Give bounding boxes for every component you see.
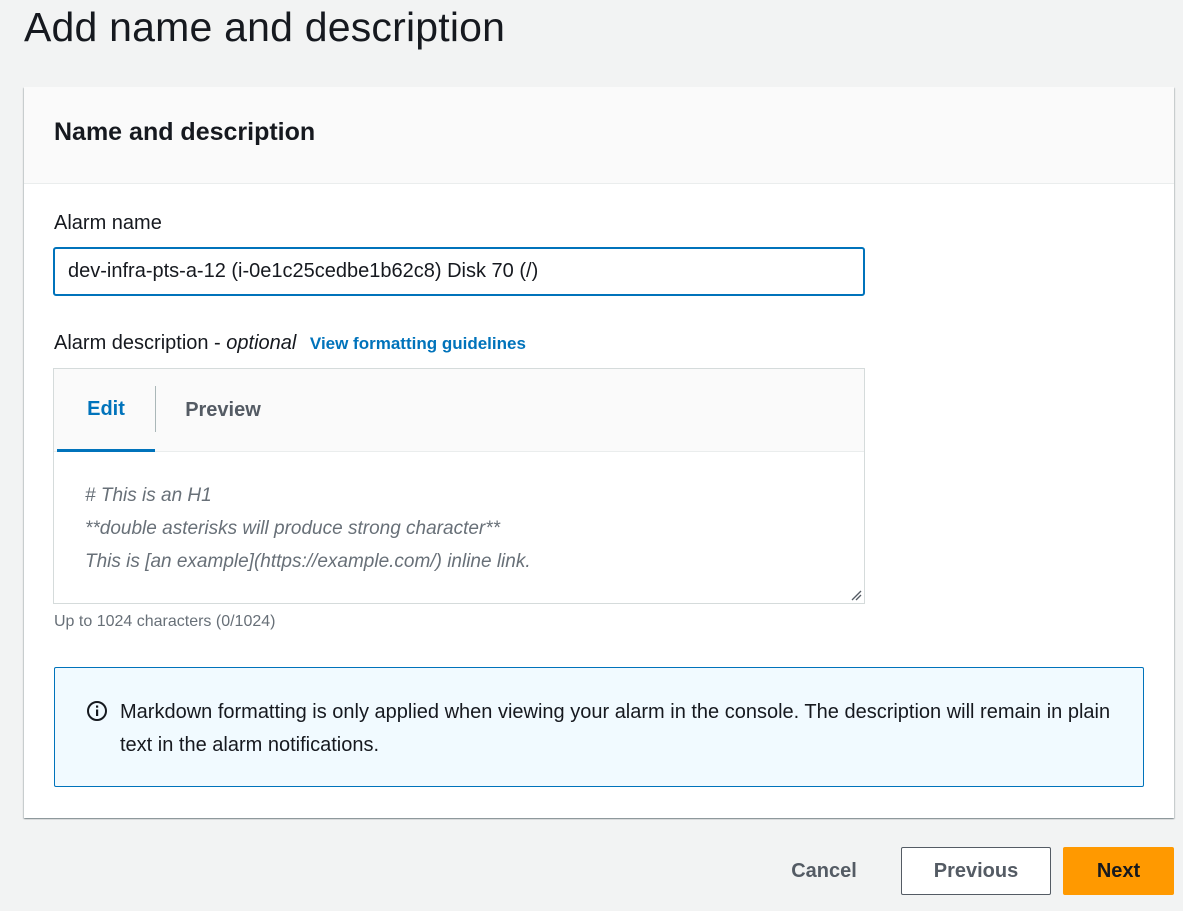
resize-handle-icon[interactable]: [850, 589, 862, 601]
alarm-name-label: Alarm name: [54, 212, 162, 234]
placeholder-line: **double asterisks will produce strong c…: [85, 518, 501, 539]
tab-edit[interactable]: Edit: [57, 369, 155, 452]
previous-button[interactable]: Previous: [901, 847, 1051, 895]
character-count: Up to 1024 characters (0/1024): [54, 613, 276, 630]
page-title: Add name and description: [24, 4, 506, 50]
name-description-container: Name and description Alarm name Alarm de…: [24, 87, 1174, 818]
description-editor: Edit Preview # This is an H1 **double as…: [53, 368, 865, 604]
alarm-name-input[interactable]: [53, 247, 865, 296]
alarm-description-label-text: Alarm description -: [54, 332, 227, 354]
tab-divider: [155, 386, 156, 432]
view-formatting-guidelines-link[interactable]: View formatting guidelines: [310, 334, 526, 353]
section-header: Name and description: [24, 87, 1174, 184]
placeholder-line: # This is an H1: [85, 485, 212, 506]
info-alert: Markdown formatting is only applied when…: [54, 667, 1144, 787]
editor-tabs: Edit Preview: [54, 369, 864, 452]
tab-preview[interactable]: Preview: [168, 369, 278, 452]
info-icon: [87, 701, 107, 721]
optional-label: optional: [226, 332, 297, 354]
alarm-description-textarea[interactable]: # This is an H1 **double asterisks will …: [55, 453, 863, 602]
info-alert-text: Markdown formatting is only applied when…: [120, 701, 1111, 756]
section-title: Name and description: [54, 118, 316, 146]
next-button[interactable]: Next: [1063, 847, 1174, 895]
placeholder-line: This is [an example](https://example.com…: [85, 551, 531, 572]
alarm-description-label: Alarm description - optional View format…: [54, 332, 526, 355]
cancel-button[interactable]: Cancel: [776, 847, 872, 895]
